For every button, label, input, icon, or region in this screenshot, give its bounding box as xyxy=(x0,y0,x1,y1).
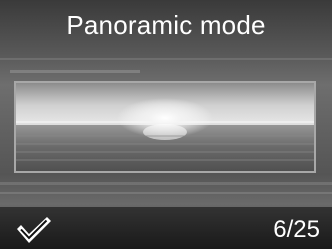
checkmark-icon[interactable] xyxy=(14,215,52,245)
title-bar: Panoramic mode xyxy=(0,0,332,50)
status-bar: 6/25 xyxy=(0,207,332,249)
camera-lcd-screen: Panoramic mode 6/25 xyxy=(0,0,332,249)
panorama-frame xyxy=(14,81,316,173)
image-counter: 6/25 xyxy=(273,216,320,243)
mode-title: Panoramic mode xyxy=(66,9,266,40)
